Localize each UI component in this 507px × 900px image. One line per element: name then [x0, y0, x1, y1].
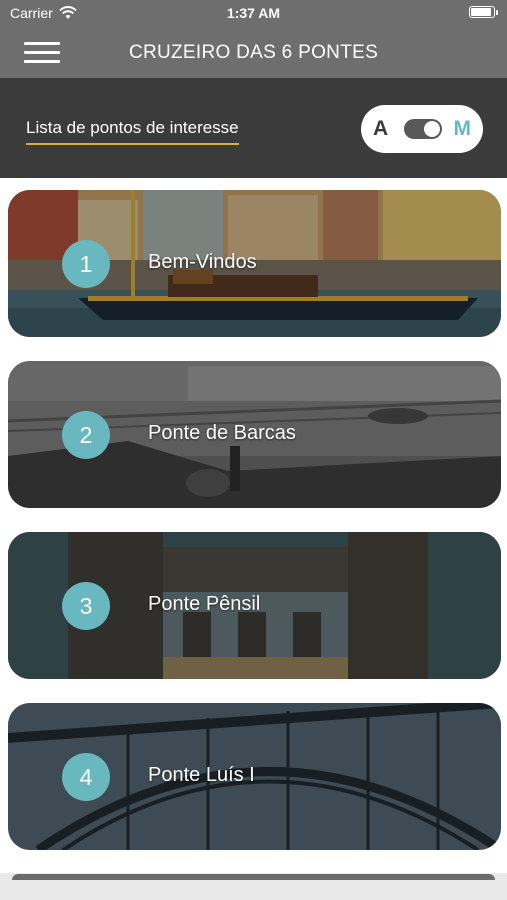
mode-a-label: A	[373, 117, 389, 140]
points-list: 1 Bem-Vindos 2 Ponte de Barcas 3 Ponte P…	[0, 178, 507, 873]
toggle-switch[interactable]	[404, 119, 442, 139]
list-item-point-2[interactable]: 2 Ponte de Barcas	[8, 361, 501, 508]
toggle-knob	[424, 121, 440, 137]
sub-header: Lista de pontos de interesse A M	[0, 78, 507, 178]
point-title: Ponte Pênsil	[148, 593, 261, 615]
page-title: CRUZEIRO DAS 6 PONTES	[128, 42, 379, 63]
list-item-point-3[interactable]: 3 Ponte Pênsil	[8, 532, 501, 679]
point-title: Ponte Luís I	[148, 764, 255, 786]
point-number-badge: 4	[62, 753, 110, 801]
status-time: 1:37 AM	[226, 5, 281, 21]
mode-m-label: M	[453, 117, 472, 140]
status-bar: Carrier 1:37 AM	[0, 0, 507, 28]
list-item-peek[interactable]	[12, 874, 495, 880]
point-title: Ponte de Barcas	[148, 422, 296, 444]
battery-icon	[469, 6, 498, 18]
point-number-badge: 3	[62, 582, 110, 630]
list-label: Lista de pontos de interesse	[26, 118, 239, 145]
point-number-badge: 1	[62, 240, 110, 288]
app-header: CRUZEIRO DAS 6 PONTES	[0, 28, 507, 78]
list-item-point-4[interactable]: 4 Ponte Luís I	[8, 703, 501, 850]
point-title: Bem-Vindos	[148, 251, 257, 273]
point-number-badge: 2	[62, 411, 110, 459]
mode-toggle[interactable]: A M	[361, 105, 483, 153]
list-item-point-1[interactable]: 1 Bem-Vindos	[8, 190, 501, 337]
